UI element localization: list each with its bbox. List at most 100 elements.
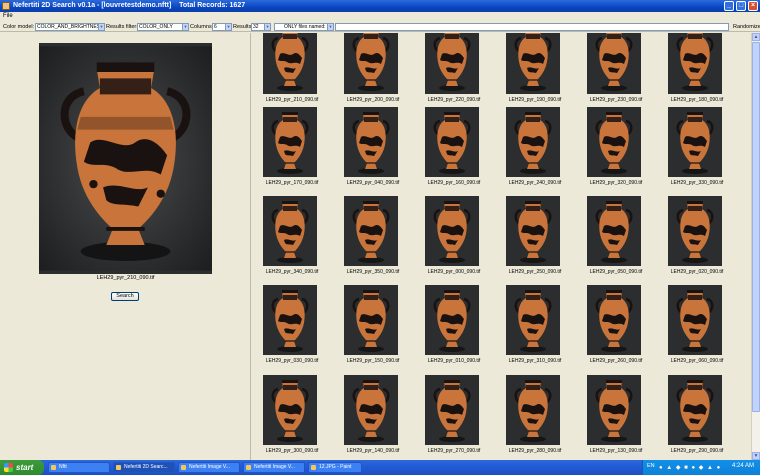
result-thumbnail[interactable] xyxy=(587,33,641,94)
chevron-down-icon[interactable]: ▼ xyxy=(182,24,188,30)
result-thumbnail[interactable] xyxy=(344,285,398,355)
start-button[interactable]: start xyxy=(0,460,44,475)
scrollbar-thumb[interactable] xyxy=(752,42,760,412)
result-item[interactable]: LEH29_pyr_330_090.tif xyxy=(668,107,724,191)
result-thumbnail[interactable] xyxy=(344,375,398,445)
tray-icons[interactable]: ● ▲ ◆ ■ ● ◆ ▲ ● xyxy=(659,464,721,471)
result-thumbnail[interactable] xyxy=(506,33,560,94)
maximize-button[interactable]: □ xyxy=(736,1,746,11)
randomize-checkbox[interactable]: Randomize xyxy=(733,23,760,31)
result-item[interactable]: LEH29_pyr_250_090.tif xyxy=(506,196,562,280)
result-thumbnail[interactable] xyxy=(263,285,317,355)
result-item[interactable]: LEH29_pyr_290_090.tif xyxy=(668,375,724,459)
result-thumbnail[interactable] xyxy=(344,33,398,94)
chevron-down-icon[interactable]: ▼ xyxy=(98,24,104,30)
result-item[interactable]: LEH29_pyr_020_090.tif xyxy=(668,196,724,280)
result-item[interactable]: LEH29_pyr_230_090.tif xyxy=(587,33,643,108)
results-filter-select[interactable]: COLOR_ONLY ▼ xyxy=(137,23,189,31)
result-item[interactable]: LEH29_pyr_010_090.tif xyxy=(425,285,481,369)
result-item[interactable]: LEH29_pyr_140_090.tif xyxy=(344,375,400,459)
result-item[interactable]: LEH29_pyr_050_090.tif xyxy=(587,196,643,280)
amphora-vase-image xyxy=(39,46,212,271)
task-nftt[interactable]: Nftt xyxy=(48,462,110,473)
result-item[interactable]: LEH29_pyr_180_090.tif xyxy=(668,33,724,108)
menu-file[interactable]: File xyxy=(3,13,13,19)
result-item[interactable]: LEH29_pyr_150_090.tif xyxy=(344,285,400,369)
chevron-down-icon[interactable]: ▼ xyxy=(225,24,231,30)
result-item[interactable]: LEH29_pyr_040_090.tif xyxy=(344,107,400,191)
result-thumbnail[interactable] xyxy=(506,196,560,266)
task-nefertiti-search[interactable]: Nefertiti 2D Searc... xyxy=(113,462,175,473)
result-item[interactable]: LEH29_pyr_220_090.tif xyxy=(425,33,481,108)
start-label: start xyxy=(16,463,34,472)
java-app-icon[interactable] xyxy=(2,2,10,10)
result-item[interactable]: LEH29_pyr_030_090.tif xyxy=(263,285,319,369)
result-item[interactable]: LEH29_pyr_240_090.tif xyxy=(506,107,562,191)
scroll-up-icon[interactable]: ▲ xyxy=(752,33,760,41)
minimize-icon: _ xyxy=(727,2,731,9)
result-thumbnail[interactable] xyxy=(506,285,560,355)
result-item[interactable]: LEH29_pyr_210_090.tif xyxy=(263,33,319,108)
result-thumbnail[interactable] xyxy=(668,285,722,355)
result-thumbnail[interactable] xyxy=(587,107,641,177)
result-item[interactable]: LEH29_pyr_320_090.tif xyxy=(587,107,643,191)
result-thumbnail[interactable] xyxy=(668,196,722,266)
result-thumbnail[interactable] xyxy=(668,107,722,177)
chevron-down-icon[interactable]: ▼ xyxy=(264,24,270,30)
result-item[interactable]: LEH29_pyr_350_090.tif xyxy=(344,196,400,280)
result-item[interactable]: LEH29_pyr_340_090.tif xyxy=(263,196,319,280)
result-thumbnail[interactable] xyxy=(263,107,317,177)
result-thumbnail[interactable] xyxy=(506,107,560,177)
result-item[interactable]: LEH29_pyr_170_090.tif xyxy=(263,107,319,191)
result-thumbnail[interactable] xyxy=(263,196,317,266)
result-thumbnail[interactable] xyxy=(425,375,479,445)
chevron-down-icon[interactable]: ▼ xyxy=(327,24,333,30)
search-button[interactable]: Search xyxy=(111,292,139,301)
result-item[interactable]: LEH29_pyr_270_090.tif xyxy=(425,375,481,459)
result-thumbnail[interactable] xyxy=(587,375,641,445)
task-paint[interactable]: 12.JPG - Paint xyxy=(308,462,362,473)
results-count-select[interactable]: 32 ▼ xyxy=(251,23,271,31)
scroll-down-icon[interactable]: ▼ xyxy=(752,452,760,460)
result-item[interactable]: LEH29_pyr_300_090.tif xyxy=(263,375,319,459)
columns-select[interactable]: 6 ▼ xyxy=(212,23,232,31)
result-thumbnail[interactable] xyxy=(425,196,479,266)
result-caption: LEH29_pyr_020_090.tif xyxy=(670,269,724,275)
result-thumbnail[interactable] xyxy=(425,33,479,94)
result-item[interactable]: LEH29_pyr_190_090.tif xyxy=(506,33,562,108)
result-item[interactable]: LEH29_pyr_060_090.tif xyxy=(668,285,724,369)
result-caption: LEH29_pyr_340_090.tif xyxy=(265,269,319,275)
close-button[interactable]: × xyxy=(748,1,758,11)
minimize-button[interactable]: _ xyxy=(724,1,734,11)
columns-label: Columns: xyxy=(190,24,214,30)
result-thumbnail[interactable] xyxy=(425,285,479,355)
color-model-select[interactable]: COLOR_AND_BRIGHTNESS ▼ xyxy=(35,23,105,31)
result-caption: LEH29_pyr_220_090.tif xyxy=(427,97,481,103)
result-thumbnail[interactable] xyxy=(587,285,641,355)
result-thumbnail[interactable] xyxy=(344,196,398,266)
result-thumbnail[interactable] xyxy=(344,107,398,177)
result-thumbnail[interactable] xyxy=(668,375,722,445)
task-nefertiti-image-viewer-2[interactable]: Nefertiti Image V... xyxy=(243,462,305,473)
result-thumbnail[interactable] xyxy=(425,107,479,177)
result-caption: LEH29_pyr_030_090.tif xyxy=(265,358,319,364)
window-title-text: Nefertiti 2D Search v0.1a - [louvretestd… xyxy=(13,2,172,9)
results-scrollbar[interactable]: ▲ ▼ xyxy=(751,33,760,460)
task-nefertiti-image-viewer-1[interactable]: Nefertiti Image V... xyxy=(178,462,240,473)
result-item[interactable]: LEH29_pyr_130_090.tif xyxy=(587,375,643,459)
result-thumbnail[interactable] xyxy=(263,33,317,94)
result-item[interactable]: LEH29_pyr_310_090.tif xyxy=(506,285,562,369)
result-thumbnail[interactable] xyxy=(668,33,722,94)
result-item[interactable]: LEH29_pyr_260_090.tif xyxy=(587,285,643,369)
name-filter-input[interactable] xyxy=(335,23,729,31)
result-item[interactable]: LEH29_pyr_280_090.tif xyxy=(506,375,562,459)
language-indicator[interactable]: EN xyxy=(647,463,655,469)
result-thumbnail[interactable] xyxy=(506,375,560,445)
result-item[interactable]: LEH29_pyr_000_090.tif xyxy=(425,196,481,280)
result-thumbnail[interactable] xyxy=(263,375,317,445)
result-item[interactable]: LEH29_pyr_200_090.tif xyxy=(344,33,400,108)
result-thumbnail[interactable] xyxy=(587,196,641,266)
result-item[interactable]: LEH29_pyr_160_090.tif xyxy=(425,107,481,191)
name-filter-select[interactable]: ONLY files named: ▼ xyxy=(274,23,334,31)
results-filter-value: COLOR_ONLY xyxy=(139,24,173,30)
